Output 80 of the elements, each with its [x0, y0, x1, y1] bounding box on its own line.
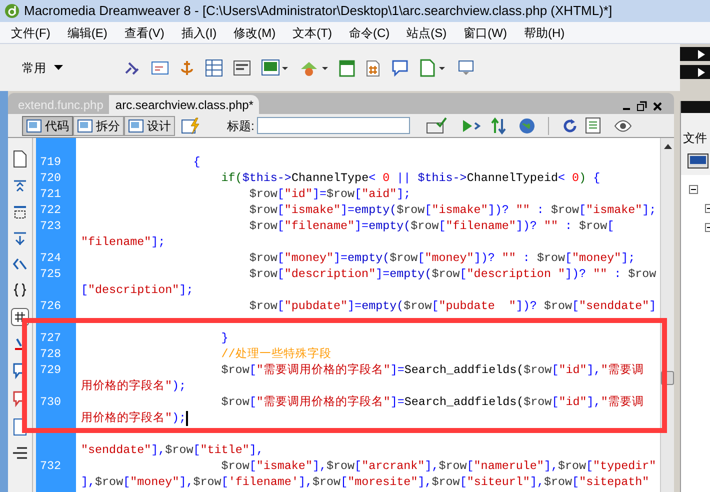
line-number: 723 [40, 219, 62, 233]
app-logo-icon [4, 3, 20, 19]
select-tag-icon[interactable] [12, 256, 28, 272]
view-button[interactable]: 设计 [124, 116, 175, 136]
code-line: ],$row["money"],$row['filename'],$row["moresite"],$row["siteurl"],$row["sitepath" [80, 474, 650, 490]
menu-item[interactable]: 文本(T) [292, 24, 332, 42]
line-number: 724 [40, 251, 62, 265]
collapse-icon[interactable] [12, 178, 28, 194]
document-tab[interactable]: arc.searchview.class.php* [109, 95, 260, 114]
code-line: "senddate"],$row["title"], [80, 442, 264, 458]
code-line: $row["filename"]=empty($row["filename"])? "" : $row[ [248, 218, 614, 234]
image-icon[interactable] [261, 58, 289, 76]
braces-icon[interactable] [12, 282, 28, 298]
code-line: 用价格的字段名"); [80, 378, 186, 394]
document-icon[interactable] [419, 58, 447, 76]
code-line: $row["description"]=empty($row["description "])? "" : $row [248, 266, 656, 282]
title-input-field[interactable] [257, 117, 410, 134]
line-number: 722 [40, 203, 62, 217]
view-button[interactable]: 代码 [22, 116, 73, 136]
code-line: ["description"]; [80, 282, 194, 298]
code-line: //处理一些特殊字段 [220, 346, 332, 362]
collapse-icon[interactable] [12, 204, 28, 220]
code-line: "filename"]; [80, 234, 166, 250]
code-line: $row["需要调用价格的字段名"]=Search_addfields($row["id"],"需要调 [220, 362, 644, 378]
line-number: 721 [40, 187, 62, 201]
line-number: 719 [40, 155, 62, 169]
view-button[interactable]: 拆分 [73, 116, 124, 136]
line-number: 728 [40, 347, 62, 361]
panel-group-bar[interactable] [680, 47, 710, 61]
dropdown-caret-icon [54, 65, 63, 70]
menu-item[interactable]: 帮助(H) [524, 24, 565, 42]
panel-group-bar[interactable] [680, 65, 710, 79]
code-line: 用价格的字段名"); [80, 410, 186, 426]
line-number: 726 [40, 299, 62, 313]
code-line: { [192, 154, 200, 170]
code-line: $row["pubdate"]=empty($row["pubdate "])? $row["senddate"] [248, 298, 656, 314]
window-title: Macromedia Dreamweaver 8 - [C:\Users\Administrator\Desktop\1\arc.searchview.class.php (XHTML)*] [24, 2, 612, 20]
collapse-toggle-icon[interactable] [689, 185, 698, 194]
menu-item[interactable]: 文件(F) [11, 24, 50, 42]
restore-icon[interactable] [637, 101, 647, 111]
indent-icon[interactable] [12, 446, 28, 460]
speech-bubble-icon[interactable] [391, 58, 409, 76]
menu-item[interactable]: 插入(I) [181, 24, 217, 42]
anchor-icon[interactable] [179, 58, 195, 76]
line-number: 720 [40, 171, 62, 185]
envelope-icon[interactable] [151, 60, 169, 74]
menu-item[interactable]: 编辑(E) [67, 24, 108, 42]
line-number: 732 [40, 459, 62, 473]
code-line: $row["id"]=$row["aid"]; [248, 186, 411, 202]
hash-icon[interactable] [365, 58, 381, 76]
menu-item[interactable]: 查看(V) [124, 24, 164, 42]
title-label: 标题: [227, 118, 254, 134]
view-mode-icon [128, 118, 144, 132]
panel-title[interactable]: 文件 [681, 129, 710, 147]
lightning-icon[interactable] [181, 116, 201, 134]
calendar-icon[interactable] [339, 58, 355, 76]
close-icon[interactable] [653, 102, 662, 110]
monitor-icon[interactable] [687, 153, 709, 169]
code-line: $row["ismake"]=empty($row["ismake"])? "" : $row["ismake"]; [248, 202, 656, 218]
line-number: 725 [40, 267, 62, 281]
menu-item[interactable]: 命令(C) [348, 24, 390, 42]
view-mode-icon [77, 118, 93, 132]
code-line: $row["money"]=empty($row["money"])? "" : $row["money"]; [248, 250, 636, 266]
scroll-up-arrow-icon[interactable] [664, 144, 672, 149]
layout-icon[interactable] [233, 60, 251, 76]
code-line: } [220, 330, 228, 346]
category-dropdown[interactable]: 常用 [22, 58, 63, 76]
line-number: 729 [40, 363, 62, 377]
view-mode-icon [26, 118, 42, 132]
line-number: 727 [40, 331, 62, 345]
menu-item[interactable]: 修改(M) [234, 24, 276, 42]
code-line: $row["ismake"],$row["arcrank"],$row["namerule"],$row["typedir" [220, 458, 656, 474]
table-icon[interactable] [205, 58, 223, 76]
line-number: 730 [40, 395, 62, 409]
expand-all-icon[interactable] [12, 230, 28, 246]
menu-item[interactable]: 站点(S) [406, 24, 447, 42]
code-line: $row["需要调用价格的字段名"]=Search_addfields($row["id"],"需要调 [220, 394, 644, 410]
document-icon[interactable] [13, 150, 27, 168]
menu-item[interactable]: 窗口(W) [464, 24, 507, 42]
code-line: if($this->ChannelType< 0 || $this->ChannelTypeid< 0) { [220, 170, 600, 186]
